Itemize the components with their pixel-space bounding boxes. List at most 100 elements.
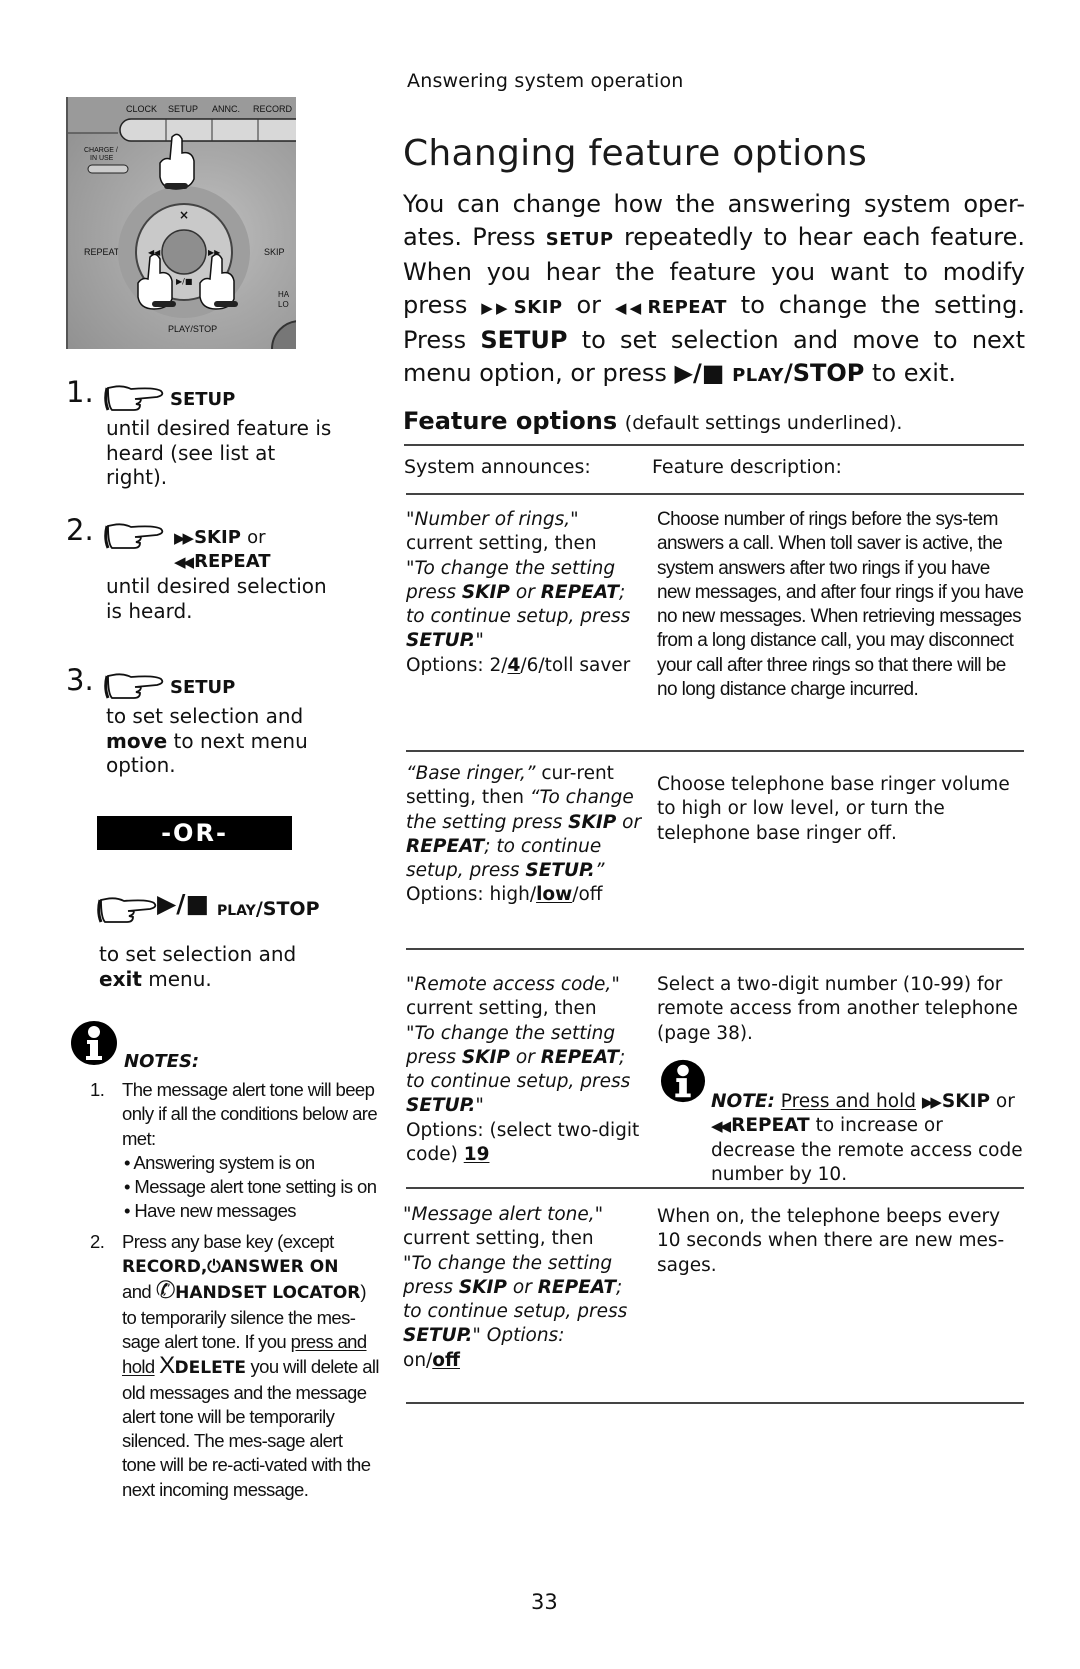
step-3: 3. SETUP to set selection and move to ne… <box>66 663 346 778</box>
default-option: off <box>432 1349 460 1371</box>
bullet-text: Message alert tone setting is on <box>134 1176 377 1198</box>
step-number: 2. <box>66 513 94 547</box>
note-text: ) <box>360 1281 366 1303</box>
delete-key-label: DELETE <box>174 1358 246 1379</box>
pointing-hand-icon <box>104 673 164 699</box>
feature-options-heading: Feature options (default settings underl… <box>403 407 902 435</box>
note-number: 1. <box>90 1079 105 1100</box>
repeat-key-label: REPEAT <box>194 551 271 572</box>
table-row-description: Select a two-digit number (10-99) for re… <box>657 974 1018 1044</box>
repeat-icon: ◀◀ <box>174 553 194 571</box>
step-key-label: SETUP <box>170 389 236 410</box>
note-bullet: • Have new messages <box>124 1200 297 1222</box>
step-key-label: SETUP <box>170 677 236 698</box>
note-text: The message alert tone will beep only if… <box>122 1079 378 1149</box>
table-row-announce: "Remote access code," current setting, t… <box>406 973 646 1167</box>
step-play-stop: ▶/■ PLAY/STOP to set selection and exit … <box>97 888 357 998</box>
keypad-label-play-stop: PLAY/STOP <box>168 324 217 334</box>
top-button-strip <box>119 118 296 142</box>
step-2: 2. ▶▶ SKIP or ◀◀ REPEAT until desired sele… <box>66 513 346 623</box>
feature-options-title: Feature options <box>403 407 618 435</box>
play-stop-icon: ▶/■ <box>176 277 192 286</box>
announce-text: current setting, then <box>406 998 597 1020</box>
step-1: 1. SETUP until desired feature is heard … <box>66 378 346 489</box>
note-bullet: • Answering system is on <box>124 1151 315 1173</box>
table-row-rule <box>406 750 1024 752</box>
intro-text: to exit. <box>872 358 957 387</box>
step-text-bold: move <box>106 728 168 753</box>
default-option: low <box>536 884 573 906</box>
keypad-label-record: RECORD <box>253 104 293 114</box>
announce-prompt: "To change the setting press SKIP or REP… <box>406 1022 631 1117</box>
table-row-announce: "Message alert tone," current setting, t… <box>403 1203 643 1373</box>
table-row-rule <box>406 1187 1024 1189</box>
options-text: on/off <box>403 1349 460 1371</box>
skip-icon: ▶▶ <box>174 529 194 547</box>
step-text: to set selection and exit menu. <box>99 942 329 991</box>
options-text: Options: high/low/off <box>406 884 603 906</box>
step-text: to set selection and move to next menu o… <box>106 704 336 778</box>
power-icon: ⏻ <box>207 1257 221 1278</box>
intro-paragraph: You can change how the answering system … <box>403 188 1025 393</box>
play-stop-icon: ▶/■ <box>674 358 725 387</box>
step-text: until desired feature is heard (see list… <box>106 416 332 489</box>
step-key-skip: ▶▶ SKIP or <box>174 526 266 551</box>
stop-key-label: /STOP <box>255 898 320 920</box>
note-text: or <box>995 1091 1015 1112</box>
table-header-rule <box>406 493 1024 495</box>
note-number: 2. <box>90 1230 105 1252</box>
pointing-hand-icon <box>104 385 164 411</box>
notes-list: 1. The message alert tone will beep only… <box>90 1078 380 1502</box>
pointing-hand-icon <box>97 897 157 923</box>
table-row-description: Choose telephone base ringer volume to h… <box>657 774 1010 844</box>
announce-prompt: "To change the setting press SKIP or REP… <box>406 557 631 652</box>
skip-key-label: SKIP <box>941 1091 991 1112</box>
keypad-illustration: CLOCK SETUP ANNC. RECORD CHARGE / IN USE… <box>68 97 296 349</box>
page-title: Changing feature options <box>403 133 868 174</box>
or-text: or <box>247 527 266 548</box>
step-number: 3. <box>66 663 94 697</box>
announce-text: current setting, then <box>403 1228 594 1250</box>
note-label: NOTE: <box>711 1091 775 1112</box>
column-header-description: Feature description: <box>652 456 842 478</box>
play-key-label: PLAY <box>732 364 784 386</box>
keypad-label-repeat: REPEAT <box>84 247 120 257</box>
table-row-announce: “Base ringer,” cur-rent setting, then “T… <box>406 762 646 908</box>
handset-icon: ✆ <box>155 1277 176 1305</box>
stop-key-label: /STOP <box>783 358 865 387</box>
step-key-repeat: ◀◀ REPEAT <box>174 550 271 575</box>
answer-on-key-label: ANSWER ON <box>220 1257 339 1278</box>
keypad-label-in-use: IN USE <box>90 155 114 162</box>
announce-name: "Remote access code," <box>406 974 620 995</box>
note-item: 1. The message alert tone will beep only… <box>90 1078 380 1224</box>
note-text: Press any base key (except <box>122 1230 334 1252</box>
intro-text: or <box>576 290 602 319</box>
repeat-icon: ◀◀ <box>711 1117 731 1136</box>
options-text: Options: (select two-digit code) 19 <box>406 1119 640 1166</box>
center-button <box>161 229 207 275</box>
step-text-part: to set selection and <box>106 704 304 728</box>
play-stop-key: PLAY/STOP <box>217 896 320 924</box>
keypad-label-annc: ANNC. <box>212 104 240 114</box>
note-underlined-text: Press and hold <box>780 1091 916 1112</box>
setup-key-label: SETUP <box>480 326 568 355</box>
table-top-rule <box>404 444 1024 446</box>
bullet-text: Answering system is on <box>133 1151 315 1173</box>
keypad-label-locator: LO <box>278 300 289 309</box>
table-row-announce: "Number of rings," current setting, then… <box>406 508 646 678</box>
section-header: Answering system operation <box>407 70 684 92</box>
skip-key-label: SKIP <box>194 527 241 548</box>
repeat-icon: ◀◀ <box>614 298 648 317</box>
info-icon <box>71 1021 117 1065</box>
announce-name: "Message alert tone," <box>403 1204 604 1225</box>
announce-prompt: "To change the setting press SKIP or REP… <box>403 1252 628 1347</box>
table-bottom-rule <box>406 1402 1024 1404</box>
options-text: Options: 2/4/6/toll saver <box>406 654 631 676</box>
play-key-label: PLAY <box>217 903 256 919</box>
announce-name: “Base ringer,” <box>406 763 536 784</box>
step-text: until desired selection is heard. <box>106 574 327 623</box>
repeat-key-label: REPEAT <box>647 296 727 318</box>
keypad-label-setup: SETUP <box>168 104 198 114</box>
keypad-label-charge: CHARGE / <box>84 147 118 154</box>
step-text-part: to set selection and <box>99 942 297 966</box>
